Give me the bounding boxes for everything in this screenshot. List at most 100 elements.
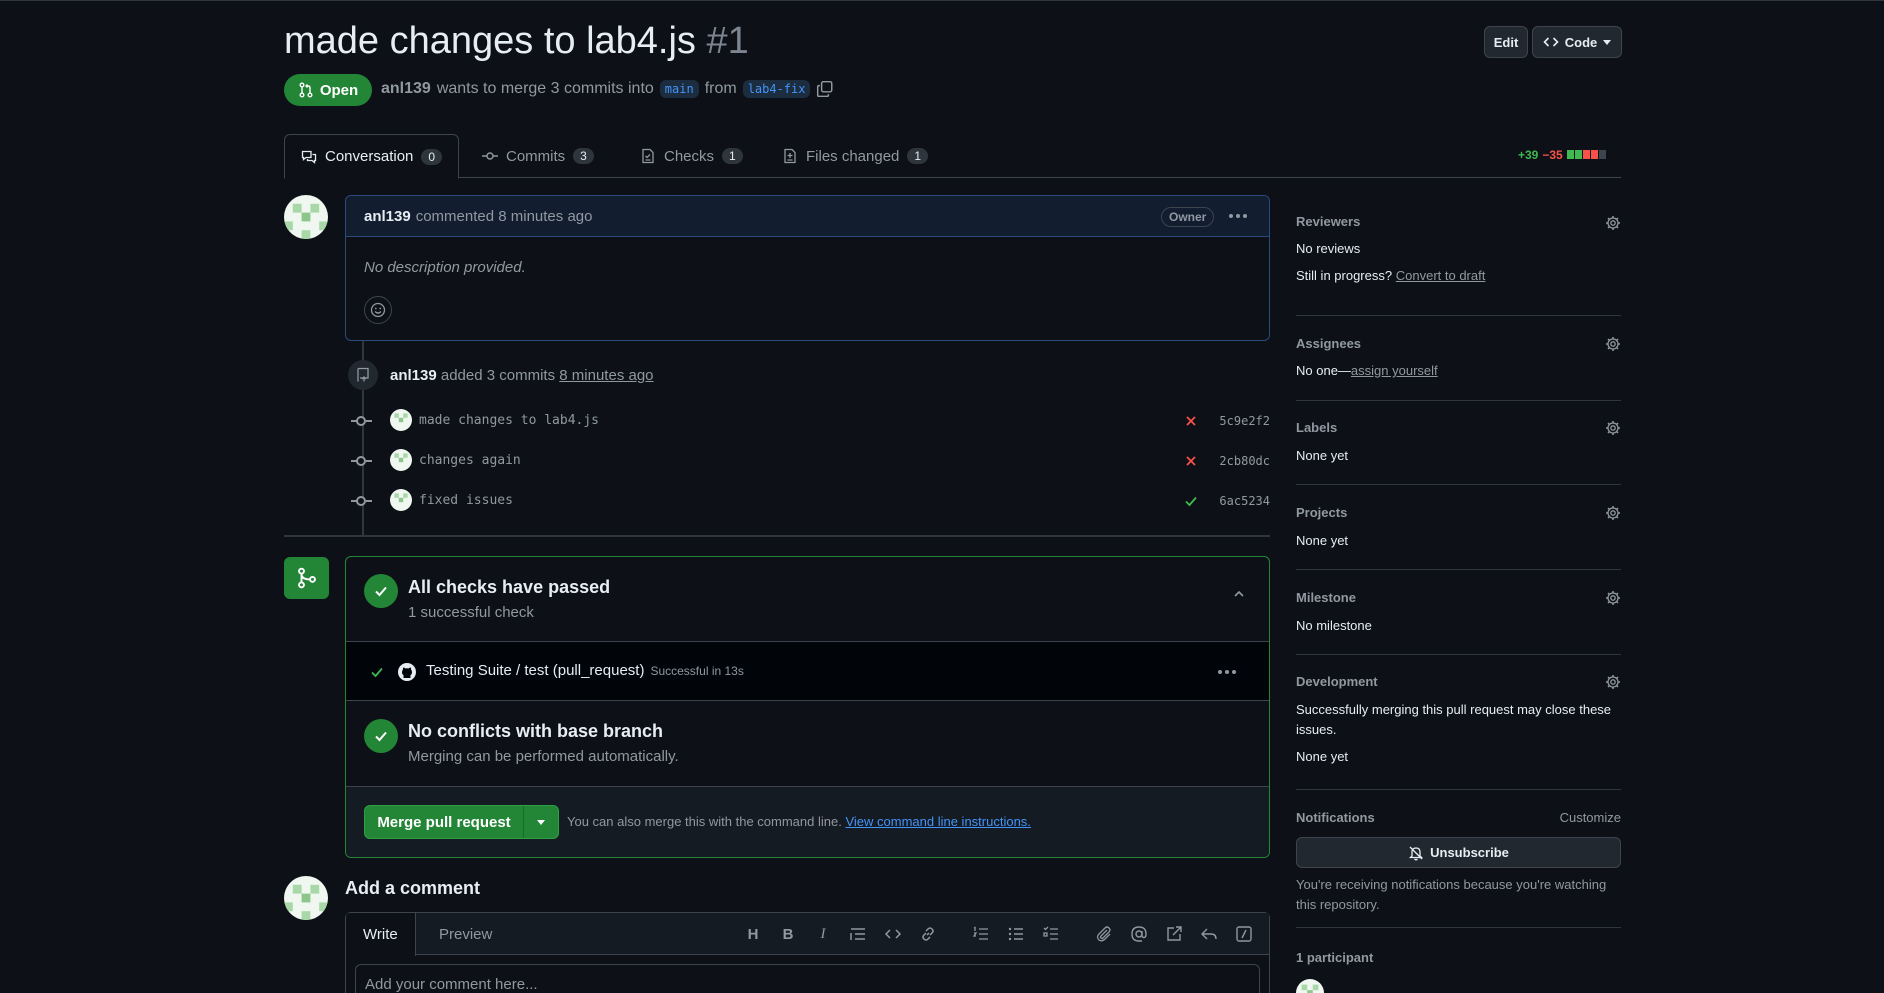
tab-count: 1	[907, 148, 929, 164]
sidebar-title[interactable]: Projects	[1296, 505, 1621, 520]
quote-icon[interactable]	[849, 925, 867, 943]
task-list-icon[interactable]	[1042, 925, 1060, 943]
gear-icon[interactable]	[1605, 336, 1621, 352]
code-button-label: Code	[1564, 34, 1598, 50]
git-commit-icon	[482, 152, 498, 160]
commit-message[interactable]: changes again	[419, 453, 521, 468]
tab-preview[interactable]: Preview	[422, 913, 509, 956]
identicon	[1301, 984, 1319, 993]
kebab-menu-icon[interactable]	[1229, 214, 1247, 218]
ordered-list-icon[interactable]	[972, 925, 990, 943]
comment-author[interactable]: anl139	[364, 208, 411, 225]
check-name[interactable]: Testing Suite / test (pull_request) Succe…	[426, 662, 744, 679]
unsubscribe-label: Unsubscribe	[1430, 845, 1509, 860]
gear-icon[interactable]	[1605, 590, 1621, 606]
slash-command-icon[interactable]	[1235, 925, 1253, 943]
sidebar-title[interactable]: Assignees	[1296, 336, 1621, 351]
x-icon[interactable]	[1184, 414, 1198, 428]
convert-to-draft-link[interactable]: Convert to draft	[1396, 268, 1486, 283]
reply-icon[interactable]	[1200, 925, 1218, 943]
base-branch[interactable]: main	[659, 80, 699, 98]
merge-method-dropdown[interactable]	[524, 806, 558, 838]
code-button[interactable]: Code	[1532, 26, 1622, 58]
divider	[1296, 789, 1621, 790]
sidebar-title[interactable]: Labels	[1296, 420, 1621, 435]
check-row[interactable]: Testing Suite / test (pull_request) Succe…	[346, 641, 1269, 701]
merge-button-group: Merge pull request	[364, 805, 559, 839]
gear-icon[interactable]	[1605, 215, 1621, 231]
avatar[interactable]	[390, 489, 412, 511]
tab-commits[interactable]: Commits 3	[466, 134, 610, 178]
check-icon[interactable]	[1184, 494, 1198, 508]
author-link[interactable]: anl139	[381, 80, 431, 98]
command-line-link[interactable]: View command line instructions.	[845, 814, 1030, 829]
merge-hint-text: You can also merge this with the command…	[567, 814, 842, 829]
code-icon[interactable]	[884, 925, 902, 943]
head-branch[interactable]: lab4-fix	[742, 80, 811, 98]
comment-input[interactable]	[355, 964, 1260, 993]
add-reaction-button[interactable]	[364, 296, 392, 324]
commit-row[interactable]: made changes to lab4.js 5c9e2f2	[350, 406, 1270, 436]
chevron-up-icon[interactable]	[1232, 587, 1246, 601]
gear-icon[interactable]	[1605, 505, 1621, 521]
check-circle-icon	[364, 719, 398, 753]
commit-message[interactable]: made changes to lab4.js	[419, 413, 599, 428]
tab-write[interactable]: Write	[346, 913, 416, 956]
commit-row[interactable]: changes again 2cb80dc	[350, 446, 1270, 476]
sidebar-title: 1 participant	[1296, 950, 1374, 965]
participant-avatar[interactable]	[1296, 979, 1324, 993]
commit-event-time[interactable]: 8 minutes ago	[559, 367, 653, 384]
kebab-menu-icon[interactable]	[1218, 670, 1236, 674]
avatar[interactable]	[390, 449, 412, 471]
sidebar-title[interactable]: Development	[1296, 674, 1621, 689]
x-icon[interactable]	[1184, 454, 1198, 468]
italic-icon[interactable]: I	[814, 925, 832, 943]
tab-checks[interactable]: Checks 1	[624, 134, 759, 178]
heading-icon[interactable]: H	[744, 925, 762, 943]
copy-icon[interactable]	[816, 80, 834, 98]
cross-reference-icon[interactable]	[1165, 925, 1183, 943]
commit-sha[interactable]: 5c9e2f2	[1219, 414, 1270, 428]
avatar[interactable]	[390, 409, 412, 431]
git-commit-icon	[351, 456, 372, 466]
notifications-note: You're receiving notifications because y…	[1296, 877, 1607, 912]
editor-tabs: Write Preview H B I	[346, 913, 1269, 956]
commit-event-action: added 3 commits	[440, 367, 556, 384]
tab-files-changed[interactable]: Files changed 1	[766, 134, 944, 178]
commit-sha[interactable]: 2cb80dc	[1219, 454, 1270, 468]
deletions-count: −35	[1542, 148, 1563, 162]
pr-subline: anl139 wants to merge 3 commits into mai…	[381, 80, 834, 98]
git-merge-icon	[284, 557, 329, 599]
unsubscribe-button[interactable]: Unsubscribe	[1296, 837, 1621, 868]
avatar[interactable]	[284, 876, 328, 920]
link-icon[interactable]	[919, 925, 937, 943]
merge-button[interactable]: Merge pull request	[365, 806, 524, 838]
commit-sha[interactable]: 6ac5234	[1219, 494, 1270, 508]
gear-icon[interactable]	[1605, 420, 1621, 436]
unordered-list-icon[interactable]	[1007, 925, 1025, 943]
sidebar-title[interactable]: Milestone	[1296, 590, 1621, 605]
commit-event-badge	[348, 360, 378, 390]
bold-icon[interactable]: B	[779, 925, 797, 943]
commit-event-author[interactable]: anl139	[390, 367, 437, 384]
code-icon	[1543, 37, 1559, 47]
mention-icon[interactable]	[1130, 925, 1148, 943]
paperclip-icon[interactable]	[1095, 925, 1113, 943]
owner-badge: Owner	[1161, 207, 1215, 227]
pr-number: #1	[706, 20, 749, 62]
tab-conversation[interactable]: Conversation 0	[284, 134, 460, 179]
pr-title: made changes to lab4.js	[284, 20, 696, 62]
sidebar-reviewers: Reviewers No reviews Still in progress? …	[1296, 214, 1621, 294]
assign-yourself-link[interactable]: assign yourself	[1351, 363, 1438, 378]
edit-button[interactable]: Edit	[1484, 26, 1528, 58]
gear-icon[interactable]	[1605, 674, 1621, 690]
identicon	[284, 203, 328, 239]
sidebar-projects: Projects None yet	[1296, 505, 1621, 548]
chevron-down-icon	[537, 819, 545, 825]
sidebar-title[interactable]: Reviewers	[1296, 214, 1621, 229]
customize-link[interactable]: Customize	[1560, 810, 1621, 825]
file-diff-icon	[784, 148, 796, 164]
avatar[interactable]	[284, 195, 328, 239]
commit-row[interactable]: fixed issues 6ac5234	[350, 486, 1270, 516]
commit-message[interactable]: fixed issues	[419, 493, 513, 508]
